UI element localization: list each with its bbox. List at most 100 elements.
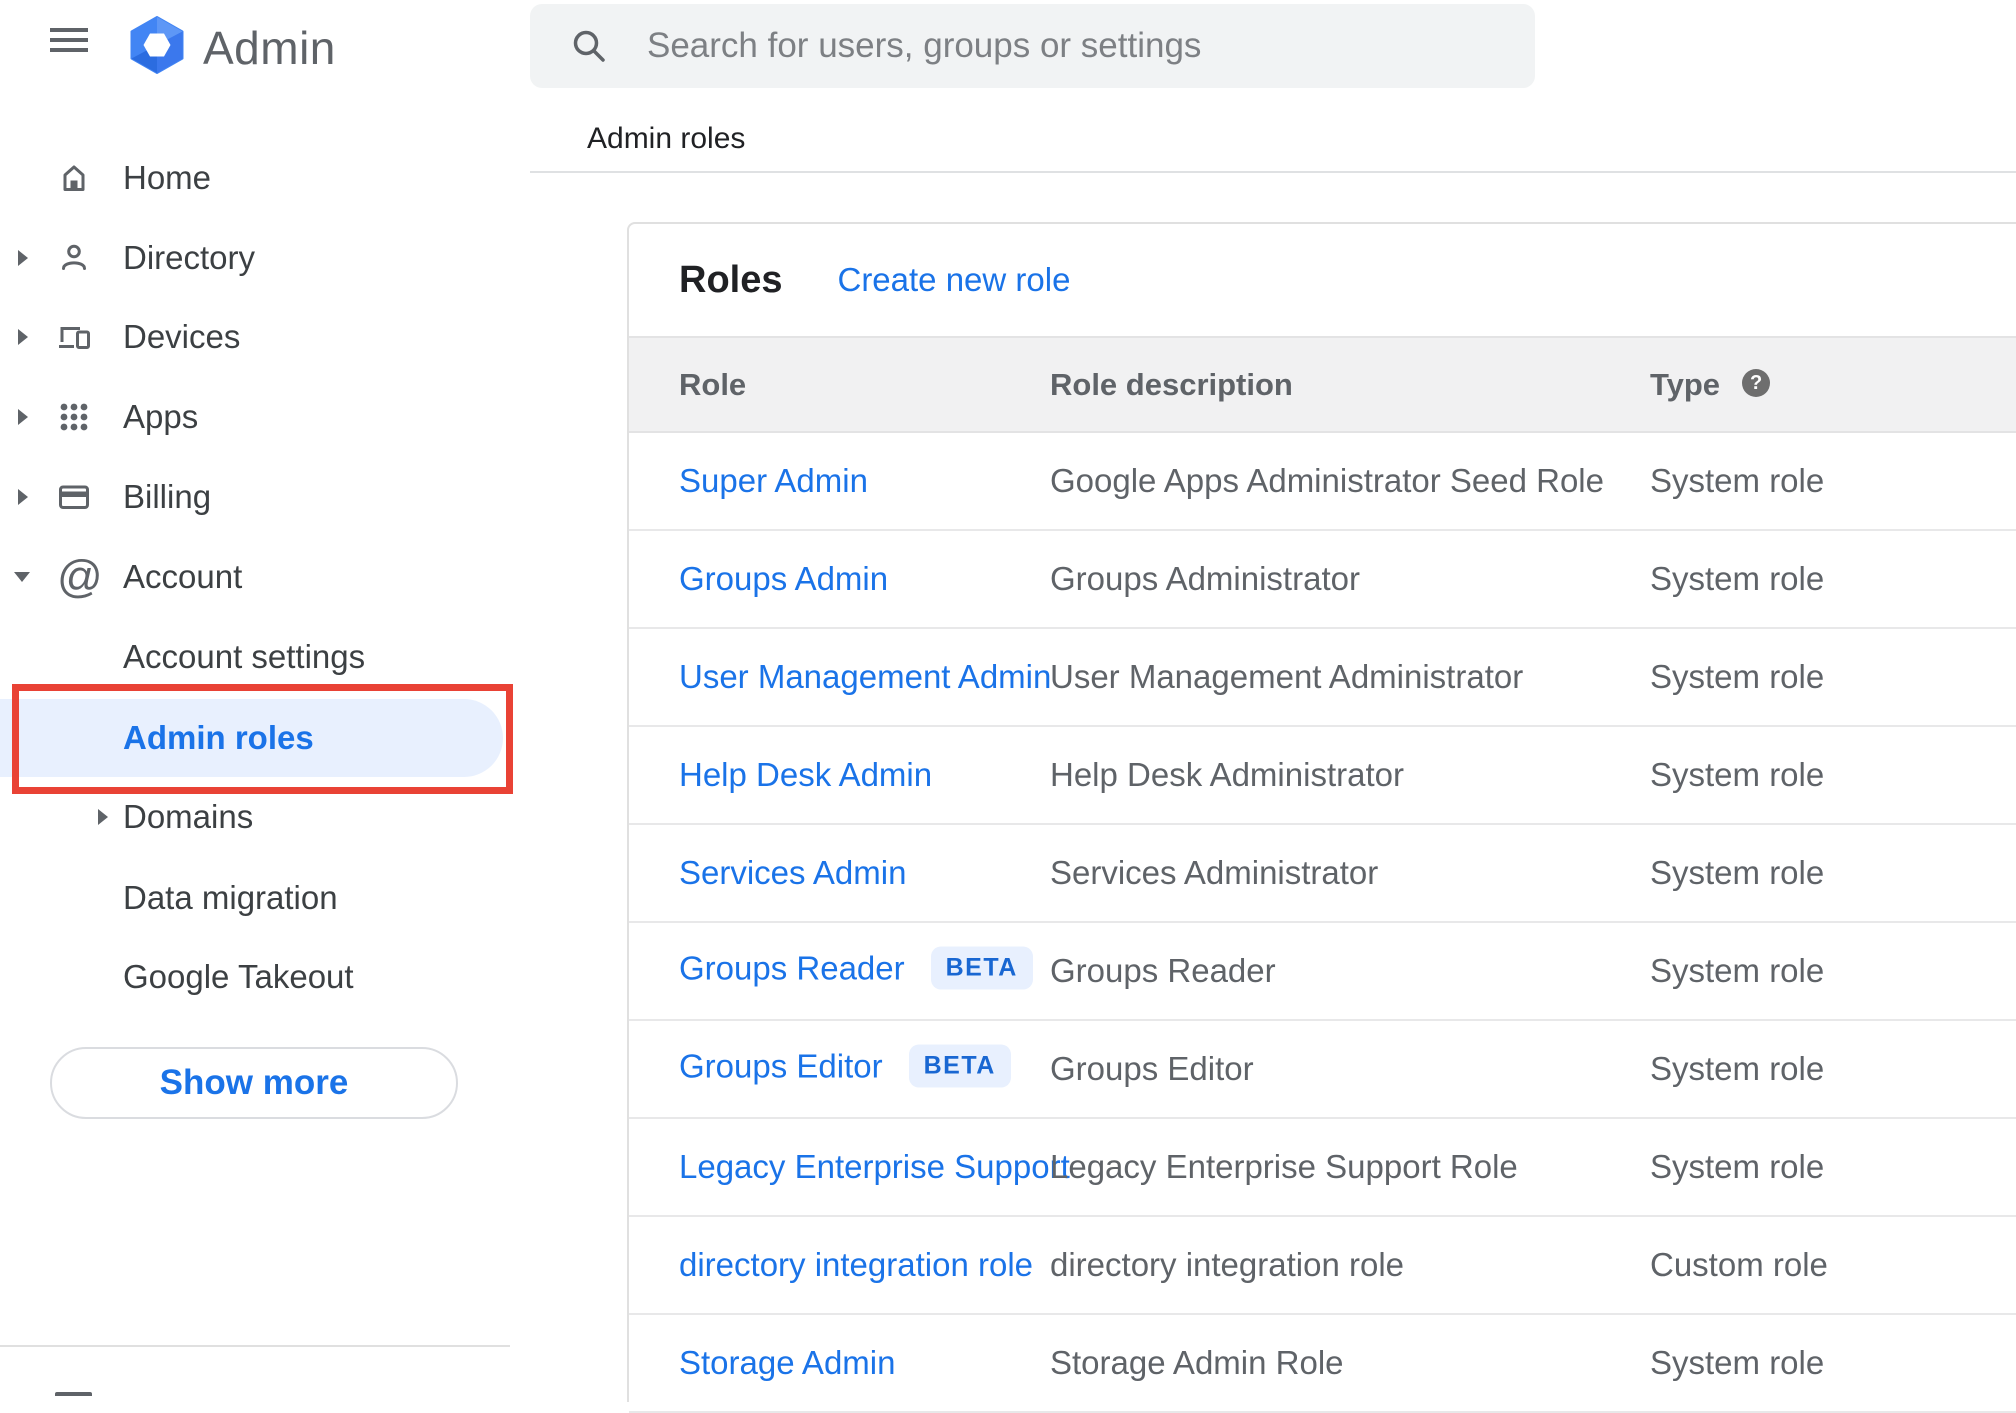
expand-right-icon xyxy=(18,409,28,425)
header-divider xyxy=(530,171,2016,173)
role-name: Legacy Enterprise Support xyxy=(679,1148,1070,1185)
column-header-role: Role xyxy=(679,366,747,402)
expand-right-icon xyxy=(18,329,28,345)
sidebar-item-label: Directory xyxy=(123,239,256,276)
role-description: User Management Administrator xyxy=(1050,658,1524,695)
role-name: directory integration role xyxy=(679,1246,1034,1283)
show-more-label: Show more xyxy=(159,1063,349,1102)
sidebar-bottom-divider xyxy=(0,1345,510,1347)
role-link[interactable]: Help Desk Admin xyxy=(679,756,932,794)
role-description: Storage Admin Role xyxy=(1050,1344,1344,1381)
sidebar-item-label: Devices xyxy=(123,318,241,355)
role-name: Storage Admin xyxy=(679,1344,896,1381)
create-new-role-link[interactable]: Create new role xyxy=(837,261,1070,299)
apps-grid-icon xyxy=(57,400,91,434)
role-name: Super Admin xyxy=(679,462,868,499)
sidebar-item-account[interactable]: @ Account xyxy=(0,538,530,616)
expand-down-icon xyxy=(14,572,30,582)
role-description: Legacy Enterprise Support Role xyxy=(1050,1148,1518,1185)
column-header-type: Type? xyxy=(1650,366,1771,403)
table-row: Groups Admin Groups Administrator System… xyxy=(629,531,2016,629)
role-type: System role xyxy=(1650,462,1825,499)
beta-badge: BETA xyxy=(930,946,1033,990)
table-row: Services Admin Services Administrator Sy… xyxy=(629,825,2016,923)
search-input[interactable] xyxy=(530,4,1535,88)
role-type: System role xyxy=(1650,756,1825,793)
sidebar-item-billing[interactable]: Billing xyxy=(0,458,530,536)
role-type: System role xyxy=(1650,1050,1825,1087)
role-name: Groups Reader xyxy=(679,949,905,987)
app-title: Admin xyxy=(203,22,336,74)
column-header-type-label: Type xyxy=(1650,366,1721,402)
breadcrumb: Admin roles xyxy=(587,122,746,155)
sidebar-item-label: Data migration xyxy=(123,879,338,916)
expand-right-icon xyxy=(98,809,108,825)
table-row: Storage Admin Storage Admin Role System … xyxy=(629,1315,2016,1413)
sidebar-item-label: Home xyxy=(123,159,212,196)
role-link[interactable]: Groups Editor BETA xyxy=(679,1044,1011,1091)
at-sign-icon: @ xyxy=(57,551,103,602)
table-row: User Management Admin User Management Ad… xyxy=(629,629,2016,727)
sidebar-item-devices[interactable]: Devices xyxy=(0,298,530,376)
beta-badge: BETA xyxy=(908,1044,1011,1088)
sidebar-item-home[interactable]: Home xyxy=(0,139,530,217)
role-type: System role xyxy=(1650,1148,1825,1185)
role-description: Help Desk Administrator xyxy=(1050,756,1404,793)
table-row: Super Admin Google Apps Administrator Se… xyxy=(629,433,2016,531)
role-description: Groups Administrator xyxy=(1050,560,1360,597)
person-icon xyxy=(57,241,91,275)
role-type: System role xyxy=(1650,658,1825,695)
role-link[interactable]: User Management Admin xyxy=(679,658,1051,696)
sidebar-item-account-settings[interactable]: Account settings xyxy=(0,618,530,696)
role-link[interactable]: Storage Admin xyxy=(679,1344,895,1382)
role-link[interactable]: Groups Reader BETA xyxy=(679,946,1033,993)
role-type: System role xyxy=(1650,952,1825,989)
role-link[interactable]: Legacy Enterprise Support xyxy=(679,1148,1070,1186)
role-name: Groups Admin xyxy=(679,560,889,597)
expand-right-icon xyxy=(18,489,28,505)
table-row: Groups Reader BETA Groups Reader System r… xyxy=(629,923,2016,1021)
sidebar-item-directory[interactable]: Directory xyxy=(0,219,530,297)
role-description: directory integration role xyxy=(1050,1246,1405,1283)
role-link[interactable]: Groups Admin xyxy=(679,560,888,598)
role-type: System role xyxy=(1650,854,1825,891)
card-title: Roles xyxy=(679,258,783,301)
role-type: System role xyxy=(1650,1344,1825,1381)
google-admin-logo-icon xyxy=(127,16,187,74)
role-description: Google Apps Administrator Seed Role xyxy=(1050,462,1604,499)
table-row: Groups Editor BETA Groups Editor System r… xyxy=(629,1021,2016,1119)
sidebar-item-label: Account xyxy=(123,558,243,595)
roles-card: Roles Create new role Role Role descript… xyxy=(627,222,2016,1413)
devices-icon xyxy=(57,320,91,354)
roles-card-header: Roles Create new role xyxy=(629,224,2016,336)
sidebar-item-apps[interactable]: Apps xyxy=(0,378,530,456)
sidebar-item-google-takeout[interactable]: Google Takeout xyxy=(0,938,530,1016)
role-link[interactable]: Super Admin xyxy=(679,462,868,500)
sidebar-item-label: Google Takeout xyxy=(123,958,354,995)
table-row: Help Desk Admin Help Desk Administrator … xyxy=(629,727,2016,825)
role-link[interactable]: Services Admin xyxy=(679,854,906,892)
sidebar-item-label: Domains xyxy=(123,798,254,835)
roles-table-body: Super Admin Google Apps Administrator Se… xyxy=(629,433,2016,1413)
show-more-button[interactable]: Show more xyxy=(50,1047,458,1119)
sidebar-item-label: Account settings xyxy=(123,638,366,675)
role-name: Help Desk Admin xyxy=(679,756,933,793)
sidebar-item-label: Billing xyxy=(123,478,212,515)
search-bar xyxy=(530,4,1535,88)
role-description: Groups Editor xyxy=(1050,1050,1254,1087)
role-type: Custom role xyxy=(1650,1246,1828,1283)
table-row: directory integration role directory int… xyxy=(629,1217,2016,1315)
table-header-row: Role Role description Type? xyxy=(629,336,2016,433)
sidebar-item-data-migration[interactable]: Data migration xyxy=(0,859,530,937)
expand-right-icon xyxy=(18,250,28,266)
home-icon xyxy=(57,161,91,195)
clipped-device-icon xyxy=(55,1392,92,1396)
sidebar-item-domains[interactable]: Domains xyxy=(0,778,530,856)
role-description: Services Administrator xyxy=(1050,854,1379,891)
column-header-description: Role description xyxy=(1050,366,1293,402)
help-icon[interactable]: ? xyxy=(1742,369,1771,398)
sidebar-item-label: Apps xyxy=(123,398,199,435)
hamburger-menu-icon[interactable] xyxy=(50,28,88,52)
sidebar-item-admin-roles[interactable]: Admin roles xyxy=(0,699,530,777)
role-link[interactable]: directory integration role xyxy=(679,1246,1033,1284)
